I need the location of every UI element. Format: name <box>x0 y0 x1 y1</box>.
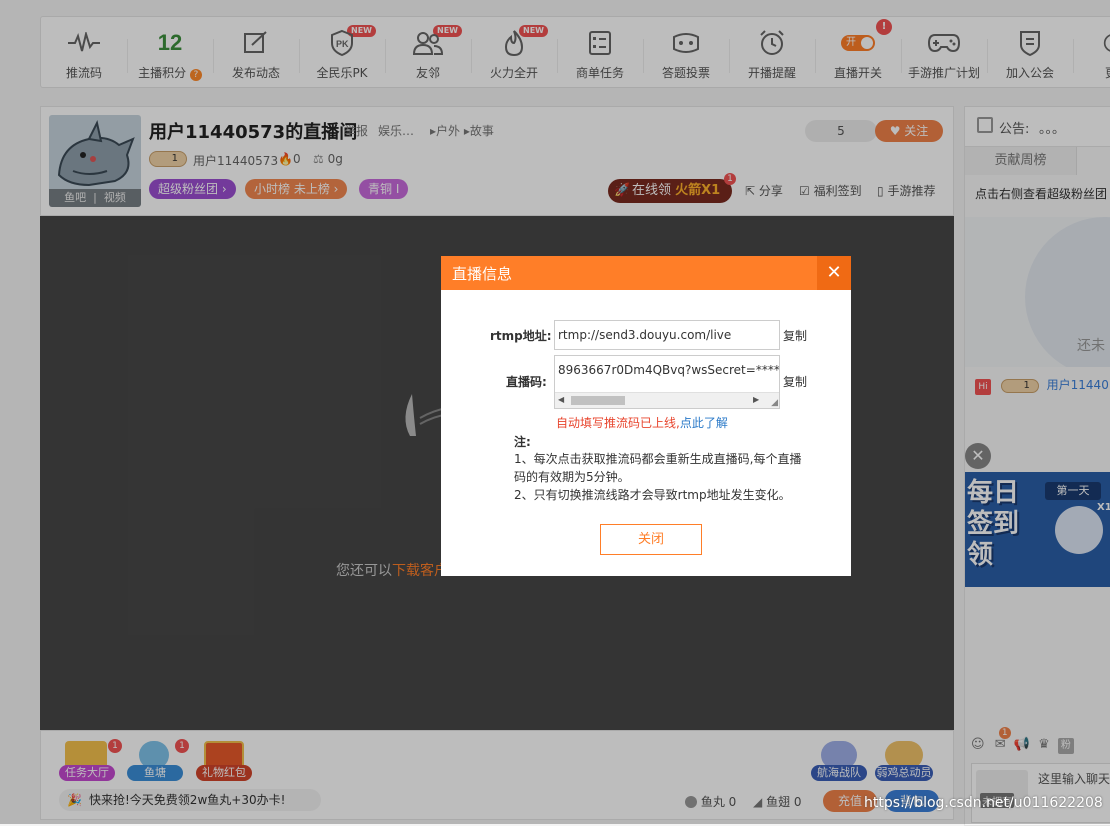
scroll-left-icon: ◀ <box>558 395 565 404</box>
scroll-right-icon: ▶ <box>753 395 760 404</box>
horizontal-scrollbar[interactable]: ◀ ▶ ◢ <box>555 392 779 408</box>
stream-code-textarea[interactable]: 8963667r0Dm4QBvq?wsSecret=********** ◀ ▶… <box>554 355 780 409</box>
auto-fill-text: 自动填写推流码已上线, <box>556 416 680 430</box>
close-icon[interactable]: ✕ <box>817 256 851 290</box>
note-line-2: 2、只有切换推流线路才会导致rtmp地址发生变化。 <box>514 488 791 502</box>
learn-more-link[interactable]: 点此了解 <box>680 416 728 430</box>
stream-code-label: 直播码: <box>506 375 547 389</box>
note-title: 注: <box>514 435 531 449</box>
dialog-title: 直播信息 <box>452 265 513 283</box>
close-button[interactable]: 关闭 <box>600 524 702 555</box>
live-info-dialog: 直播信息 ✕ rtmp地址: rtmp://send3.douyu.com/li… <box>441 256 851 576</box>
dialog-header: 直播信息 ✕ <box>441 256 851 290</box>
resize-grip-icon: ◢ <box>771 398 778 408</box>
rtmp-input[interactable]: rtmp://send3.douyu.com/live <box>554 320 780 350</box>
rtmp-label: rtmp地址: <box>490 329 552 343</box>
note-line-1: 1、每次点击获取推流码都会重新生成直播码,每个直播码的有效期为5分钟。 <box>514 452 802 484</box>
copy-code-button[interactable]: 复制 <box>783 373 807 390</box>
copy-rtmp-button[interactable]: 复制 <box>783 327 807 344</box>
watermark: https://blog.csdn.net/u011622208 <box>864 795 1103 811</box>
